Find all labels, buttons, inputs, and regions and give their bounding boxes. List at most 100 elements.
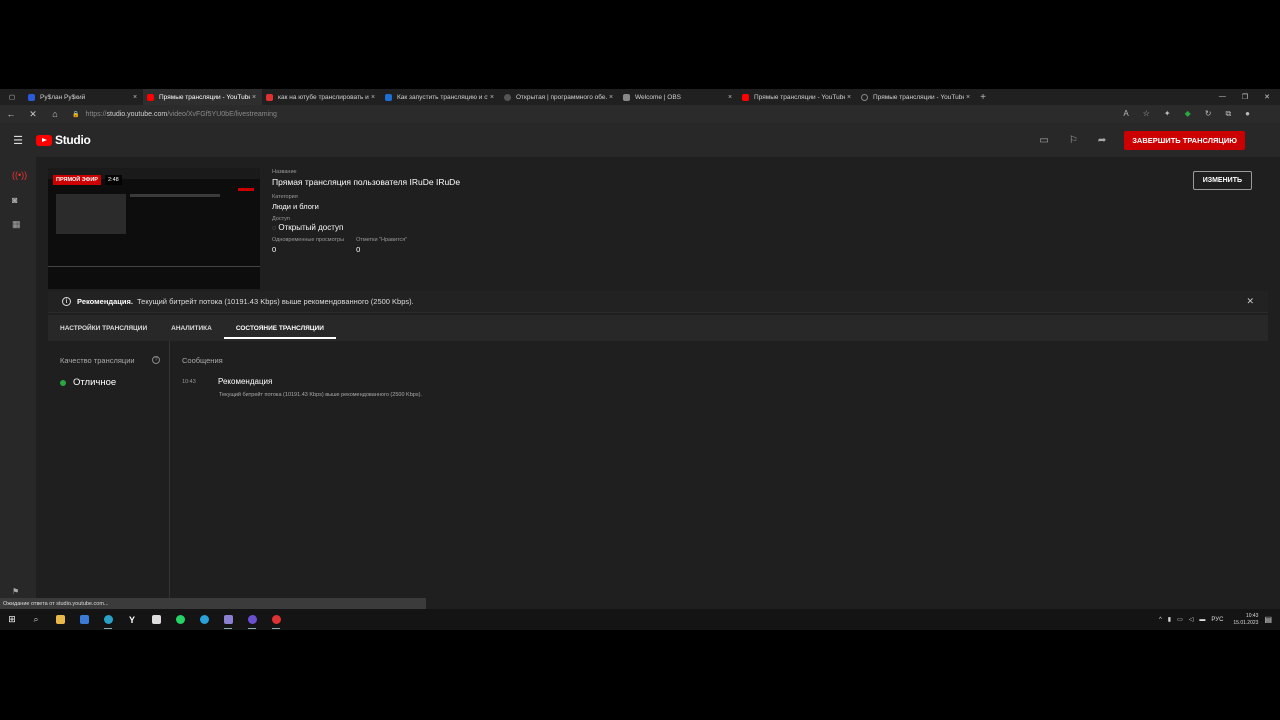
tab-close-icon[interactable]: × bbox=[131, 94, 139, 101]
status-dot-icon bbox=[60, 380, 66, 386]
health-status: Отличное bbox=[73, 377, 117, 388]
lock-icon: 🔒 bbox=[72, 111, 80, 118]
main-content: ПРЯМОЙ ЭФИР 2:48 Название Прямая трансля… bbox=[36, 157, 1280, 609]
tab-favicon-icon bbox=[266, 93, 273, 101]
collections-icon[interactable]: ⧉ bbox=[1225, 109, 1231, 119]
camera-icon[interactable]: ◙ bbox=[12, 195, 17, 205]
tab-analytics[interactable]: АНАЛИТИКА bbox=[171, 315, 212, 341]
browser-tab[interactable]: Прямые трансляции - YouTube × bbox=[857, 89, 976, 105]
browser-toolbar: A ☆ ✦ ◆ ↻ ⧉ ● bbox=[1123, 109, 1280, 119]
feedback-icon[interactable]: ⚑ bbox=[12, 587, 19, 596]
bookmark-icon[interactable]: ⚐ bbox=[1069, 135, 1078, 146]
help-icon[interactable]: ? bbox=[152, 356, 160, 364]
battery-icon[interactable]: ▬ bbox=[1199, 617, 1205, 623]
live-icon[interactable]: ((•)) bbox=[12, 170, 27, 180]
edit-button[interactable]: ИЗМЕНИТЬ bbox=[1192, 171, 1252, 190]
tab-title: Как запустить трансляцию и ст... bbox=[397, 93, 488, 101]
tray-app-icon[interactable]: ▮ bbox=[1168, 616, 1171, 623]
refresh-ext-icon[interactable]: ↻ bbox=[1205, 109, 1212, 119]
menu-icon[interactable]: ☰ bbox=[0, 134, 36, 147]
recommendation-banner: i Рекомендация. Текущий битрейт потока (… bbox=[48, 291, 1268, 313]
browser-tab[interactable]: Как запустить трансляцию и ст... × bbox=[381, 89, 500, 105]
browser-tab[interactable]: Открытая | программного обе... × bbox=[500, 89, 619, 105]
youtube-logo-icon bbox=[36, 134, 52, 146]
calculator-icon[interactable] bbox=[144, 609, 168, 630]
clock-date: 15.01.2023 bbox=[1233, 619, 1259, 626]
notice-text: Текущий битрейт потока (10191.43 Kbps) в… bbox=[137, 297, 414, 306]
tab-title: как на ютубе транслировать и... bbox=[278, 93, 369, 101]
telegram-icon[interactable] bbox=[192, 609, 216, 630]
notifications-icon[interactable]: ▤ bbox=[1264, 615, 1272, 624]
browser-tab[interactable]: Ру$лан Ру$кий × bbox=[24, 89, 143, 105]
shield-icon[interactable]: ◆ bbox=[1185, 109, 1191, 119]
tab-close-icon[interactable]: × bbox=[250, 94, 258, 101]
browser-tab[interactable]: как на ютубе транслировать и... × bbox=[262, 89, 381, 105]
obs-icon[interactable] bbox=[240, 609, 264, 630]
tab-close-icon[interactable]: × bbox=[607, 94, 615, 101]
browser-status-bar: Ожидание ответа от studio.youtube.com... bbox=[0, 598, 426, 609]
tab-close-icon[interactable]: × bbox=[845, 94, 853, 101]
whatsapp-icon[interactable] bbox=[168, 609, 192, 630]
calendar-icon[interactable]: ▦ bbox=[12, 219, 21, 230]
title-label: Название bbox=[272, 169, 297, 175]
file-explorer-icon[interactable] bbox=[48, 609, 72, 630]
tab-close-icon[interactable]: × bbox=[369, 94, 377, 101]
studio-logo[interactable]: Studio bbox=[36, 133, 91, 147]
studio-header: ☰ Studio ▭ ⚐ ➦ ЗАВЕРШИТЬ ТРАНСЛЯЦИЮ bbox=[0, 123, 1280, 157]
edge-icon[interactable] bbox=[96, 609, 120, 630]
category-label: Категория bbox=[272, 194, 298, 200]
search-icon[interactable]: ⌕ bbox=[24, 609, 48, 630]
browser-tab[interactable]: Welcome | OBS × bbox=[619, 89, 738, 105]
start-icon[interactable]: ⊞ bbox=[0, 609, 24, 630]
app-icon[interactable] bbox=[216, 609, 240, 630]
yandex-icon[interactable]: Y bbox=[120, 609, 144, 630]
tab-close-icon[interactable]: × bbox=[726, 94, 734, 101]
share-icon[interactable]: ➦ bbox=[1098, 135, 1106, 146]
url-text: https://studio.youtube.com/video/XvFGf5Y… bbox=[85, 110, 277, 118]
browser-tab-active[interactable]: Прямые трансляции - YouTube × bbox=[143, 89, 262, 105]
reload-icon[interactable]: ✕ bbox=[22, 109, 44, 120]
tab-actions-icon[interactable]: ▢ bbox=[0, 89, 24, 105]
maximize-icon[interactable]: ❐ bbox=[1242, 93, 1248, 101]
header-actions: ▭ ⚐ ➦ bbox=[1039, 135, 1106, 146]
back-icon[interactable]: ← bbox=[0, 109, 22, 119]
tab-stream-health[interactable]: СОСТОЯНИЕ ТРАНСЛЯЦИИ bbox=[223, 315, 336, 341]
tab-favicon-icon bbox=[147, 93, 154, 101]
store-icon[interactable] bbox=[72, 609, 96, 630]
minimize-icon[interactable]: — bbox=[1219, 93, 1226, 101]
read-aloud-icon[interactable]: A bbox=[1123, 109, 1128, 119]
volume-icon[interactable]: ◁ bbox=[1189, 616, 1194, 623]
popout-icon[interactable]: ▭ bbox=[1039, 135, 1048, 146]
tray-chevron-icon[interactable]: ^ bbox=[1159, 617, 1162, 623]
info-icon: i bbox=[62, 297, 71, 306]
network-icon[interactable]: ▭ bbox=[1177, 616, 1183, 623]
viewers-value: 0 bbox=[272, 245, 277, 254]
left-rail: ((•)) ◙ ▦ ⚑ bbox=[0, 157, 36, 617]
tab-close-icon[interactable]: × bbox=[488, 94, 496, 101]
stream-preview[interactable]: ПРЯМОЙ ЭФИР 2:48 bbox=[48, 168, 260, 289]
screen-recorder-icon[interactable] bbox=[264, 609, 288, 630]
tab-close-icon[interactable]: × bbox=[964, 94, 972, 101]
health-title: Качество трансляции bbox=[60, 356, 135, 365]
url-field[interactable]: 🔒 https://studio.youtube.com/video/XvFGf… bbox=[72, 111, 277, 118]
home-icon[interactable]: ⌂ bbox=[44, 109, 66, 119]
close-icon[interactable]: ✕ bbox=[1246, 296, 1254, 307]
message-body: Текущий битрейт потока (10191.43 Kbps) в… bbox=[219, 392, 422, 398]
stream-details: Название Прямая трансляция пользователя … bbox=[272, 169, 772, 254]
viewers-label: Одновременные просмотры bbox=[272, 237, 345, 243]
tab-stream-settings[interactable]: НАСТРОЙКИ ТРАНСЛЯЦИИ bbox=[60, 315, 147, 341]
extension-icon[interactable]: ✦ bbox=[1164, 109, 1171, 119]
category-value: Люди и блоги bbox=[272, 202, 319, 211]
favorite-icon[interactable]: ☆ bbox=[1143, 109, 1150, 119]
end-stream-button[interactable]: ЗАВЕРШИТЬ ТРАНСЛЯЦИЮ bbox=[1124, 130, 1245, 150]
clock[interactable]: 10:43 15.01.2023 bbox=[1233, 613, 1258, 626]
new-tab-button[interactable]: + bbox=[976, 92, 990, 103]
system-tray: ^ ▮ ▭ ◁ ▬ РУС 10:43 15.01.2023 ▤ bbox=[1159, 613, 1280, 626]
profile-icon[interactable]: ● bbox=[1245, 109, 1250, 119]
tab-favicon-icon bbox=[385, 93, 392, 101]
close-window-icon[interactable]: ✕ bbox=[1264, 93, 1270, 101]
tab-title: Прямые трансляции - YouTube bbox=[159, 93, 250, 101]
browser-tab[interactable]: Прямые трансляции - YouTube × bbox=[738, 89, 857, 105]
message-heading: Рекомендация bbox=[218, 377, 273, 386]
language-indicator[interactable]: РУС bbox=[1211, 617, 1223, 623]
